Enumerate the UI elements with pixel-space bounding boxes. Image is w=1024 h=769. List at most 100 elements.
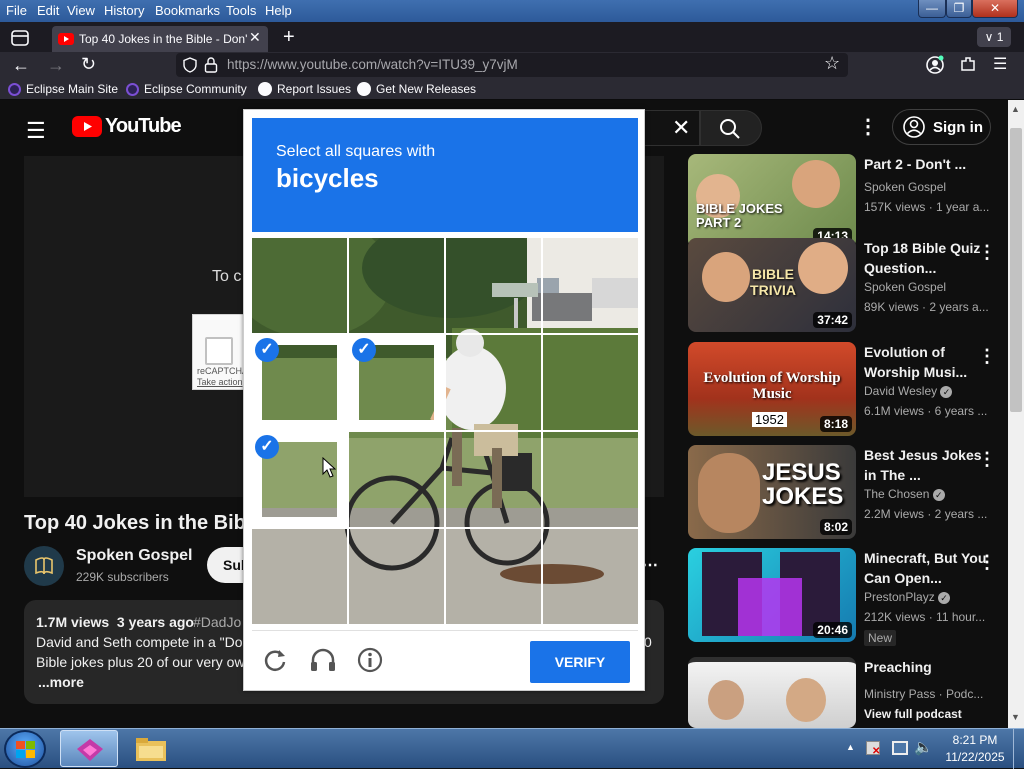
video-thumbnail[interactable]: JESUS JOKES 8:02: [688, 445, 856, 539]
captcha-tile[interactable]: [543, 432, 638, 527]
scroll-up-icon[interactable]: ▲: [1011, 104, 1020, 114]
captcha-tile[interactable]: [252, 238, 347, 333]
captcha-tile[interactable]: [252, 529, 347, 624]
scroll-down-icon[interactable]: ▼: [1011, 712, 1020, 722]
clock[interactable]: 8:21 PM 11/22/2025: [944, 733, 1006, 764]
video-thumbnail[interactable]: [688, 657, 856, 728]
video-title[interactable]: Top 18 Bible Quiz Question...: [864, 238, 990, 278]
captcha-tile[interactable]: [446, 238, 541, 333]
menu-file[interactable]: File: [6, 3, 27, 18]
reload-challenge-icon[interactable]: [262, 647, 288, 673]
channel-name[interactable]: PrestonPlayz ✓: [864, 590, 994, 604]
recaptcha-checkbox[interactable]: [205, 337, 233, 365]
clear-search-icon[interactable]: ✕: [672, 115, 690, 141]
description-more-link[interactable]: ...more: [38, 674, 84, 690]
volume-muted-icon[interactable]: 🔈: [914, 738, 933, 756]
url-text[interactable]: https://www.youtube.com/watch?v=ITU39_y7…: [227, 57, 518, 72]
video-thumbnail[interactable]: Evolution of Worship Music 1952 8:18: [688, 342, 856, 436]
settings-kebab-icon[interactable]: ⋮: [858, 114, 878, 139]
channel-name[interactable]: Spoken Gospel: [76, 547, 192, 565]
captcha-tile[interactable]: [543, 238, 638, 333]
extensions-icon[interactable]: [959, 55, 977, 73]
scrollbar-thumb[interactable]: [1010, 128, 1022, 412]
captcha-tile[interactable]: ✓: [349, 335, 444, 430]
verify-button[interactable]: VERIFY: [530, 641, 630, 683]
firefox-view-button[interactable]: [8, 27, 32, 49]
bookmark-star-icon[interactable]: ☆: [824, 53, 840, 74]
maximize-button[interactable]: ❐: [946, 0, 972, 18]
channel-name[interactable]: David Wesley ✓: [864, 384, 994, 398]
taskbar-explorer-button[interactable]: [124, 730, 178, 767]
channel-name[interactable]: Spoken Gospel: [864, 280, 994, 294]
app-menu-icon[interactable]: ☰: [993, 54, 1007, 74]
recommendation-item[interactable]: Evolution of Worship Music 1952 8:18 Evo…: [688, 342, 1008, 438]
video-title[interactable]: Preaching: [864, 657, 990, 677]
close-window-button[interactable]: ✕: [972, 0, 1018, 18]
captcha-tile[interactable]: ✓: [252, 335, 347, 430]
show-desktop-button[interactable]: [1013, 729, 1024, 769]
captcha-tile[interactable]: [543, 529, 638, 624]
captcha-tile[interactable]: [349, 432, 444, 527]
bookmark-new-releases[interactable]: Get New Releases: [357, 82, 476, 96]
video-title[interactable]: Minecraft, But You Can Open...: [864, 548, 990, 588]
video-menu-icon[interactable]: ⋮: [978, 449, 996, 470]
captcha-tile[interactable]: [543, 335, 638, 430]
bookmark-report-issues[interactable]: Report Issues: [258, 82, 351, 96]
video-thumbnail[interactable]: BIBLE TRIVIA 37:42: [688, 238, 856, 332]
video-title[interactable]: Best Jesus Jokes in The ...: [864, 445, 990, 485]
show-hidden-icons[interactable]: ▲: [846, 742, 855, 752]
captcha-tile[interactable]: ✓: [252, 432, 347, 527]
search-button[interactable]: [700, 110, 762, 146]
channel-name[interactable]: Spoken Gospel: [864, 180, 994, 194]
video-title[interactable]: Part 2 - Don't ...: [864, 154, 990, 174]
youtube-logo[interactable]: YouTube: [72, 115, 182, 138]
recommendation-item[interactable]: 20:46 Minecraft, But You Can Open... Pre…: [688, 548, 1008, 646]
recommendation-item[interactable]: BIBLE TRIVIA 37:42 Top 18 Bible Quiz Que…: [688, 238, 1008, 334]
info-icon[interactable]: [357, 647, 383, 673]
video-menu-icon[interactable]: ⋮: [978, 242, 996, 263]
channel-name[interactable]: Ministry Pass · Podc...: [864, 687, 994, 701]
recommendation-item[interactable]: JESUS JOKES 8:02 Best Jesus Jokes in The…: [688, 445, 1008, 541]
account-icon[interactable]: [925, 55, 945, 75]
menu-view[interactable]: View: [67, 3, 95, 18]
taskbar-browser-button[interactable]: [60, 730, 118, 767]
page-scrollbar[interactable]: ▲ ▼: [1008, 100, 1024, 728]
menu-help[interactable]: Help: [265, 3, 292, 18]
reload-icon[interactable]: ↻: [81, 54, 96, 75]
menu-history[interactable]: History: [104, 3, 144, 18]
channel-avatar[interactable]: [24, 546, 64, 586]
video-thumbnail[interactable]: BIBLE JOKES PART 2 14:13: [688, 154, 856, 248]
bookmark-eclipse-main[interactable]: Eclipse Main Site: [8, 82, 118, 96]
minimize-button[interactable]: —: [918, 0, 946, 18]
tab-active[interactable]: Top 40 Jokes in the Bible - Don't ✕: [52, 26, 268, 52]
captcha-tile[interactable]: [446, 432, 541, 527]
menu-edit[interactable]: Edit: [37, 3, 59, 18]
tab-list-button[interactable]: ∨ 1: [977, 27, 1011, 47]
recommendation-item[interactable]: BIBLE JOKES PART 2 14:13 Part 2 - Don't …: [688, 154, 1008, 250]
new-tab-icon[interactable]: +: [283, 26, 295, 49]
audio-challenge-icon[interactable]: [309, 647, 337, 673]
captcha-tile[interactable]: [446, 335, 541, 430]
description-hashtag[interactable]: #DadJo: [193, 614, 241, 630]
tab-close-icon[interactable]: ✕: [249, 29, 261, 46]
recaptcha-action-link[interactable]: Take action: [197, 377, 243, 387]
menu-bookmarks[interactable]: Bookmarks: [155, 3, 220, 18]
action-center-icon[interactable]: ✕: [866, 741, 880, 757]
view-full-podcast-link[interactable]: View full podcast: [864, 707, 994, 721]
menu-tools[interactable]: Tools: [226, 3, 256, 18]
captcha-tile[interactable]: [349, 238, 444, 333]
video-menu-icon[interactable]: ⋮: [978, 346, 996, 367]
hamburger-menu-icon[interactable]: ☰: [26, 118, 46, 144]
forward-icon[interactable]: →: [47, 55, 65, 76]
sign-in-button[interactable]: Sign in: [892, 109, 991, 145]
channel-name[interactable]: The Chosen ✓: [864, 487, 994, 501]
recommendation-item[interactable]: Preaching Ministry Pass · Podc... View f…: [688, 657, 1008, 728]
start-button[interactable]: [4, 730, 46, 768]
video-thumbnail[interactable]: 20:46: [688, 548, 856, 642]
captcha-tile[interactable]: [446, 529, 541, 624]
bookmark-eclipse-community[interactable]: Eclipse Community: [126, 82, 247, 96]
search-input-clear[interactable]: ✕: [644, 110, 700, 146]
video-menu-icon[interactable]: ⋮: [978, 552, 996, 573]
subscribe-button[interactable]: Sub: [207, 547, 249, 583]
captcha-tile[interactable]: [349, 529, 444, 624]
